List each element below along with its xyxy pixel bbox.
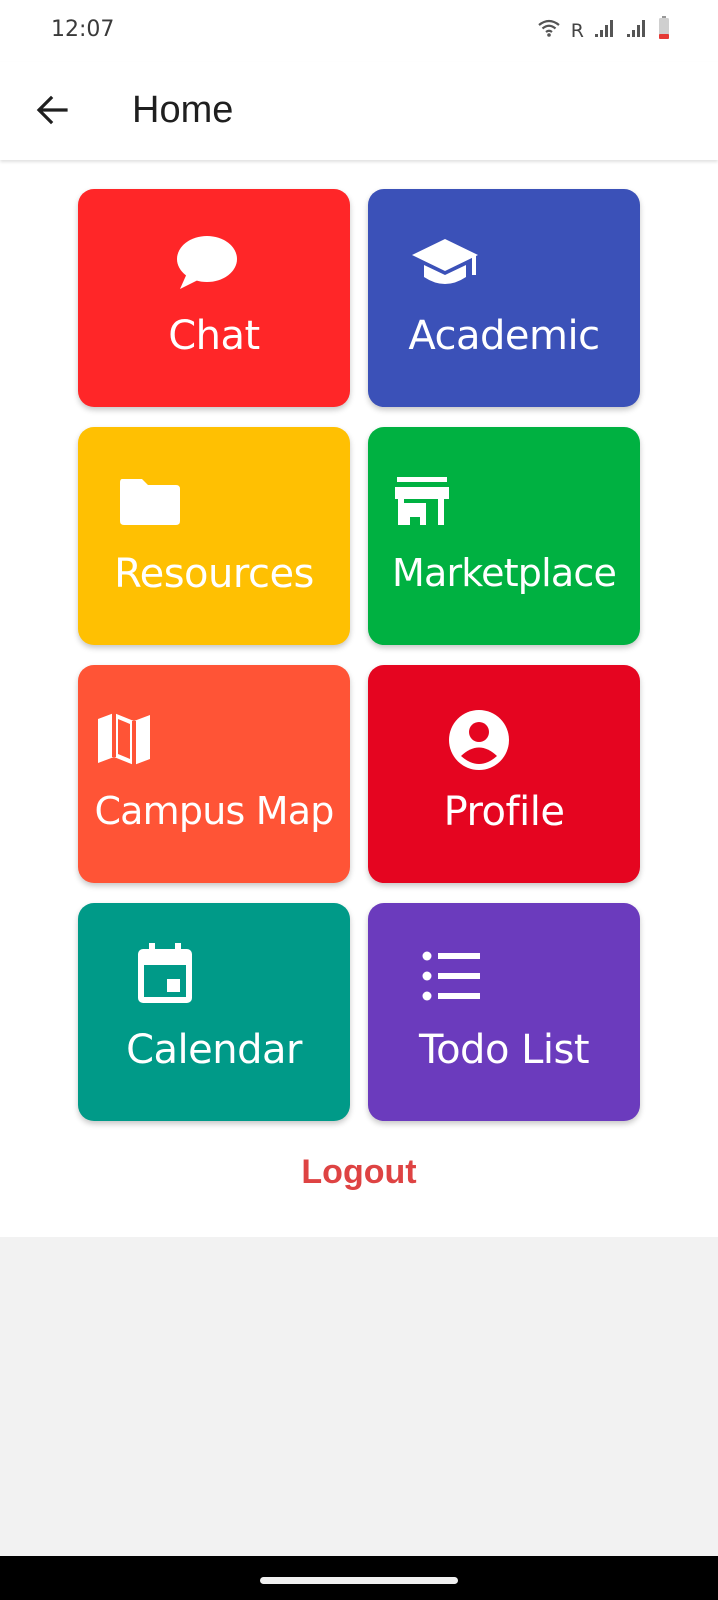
profile-tile[interactable]: Profile	[368, 665, 640, 883]
app-bar: Home	[0, 62, 718, 160]
tile-label: Marketplace	[391, 551, 617, 595]
marketplace-tile[interactable]: Marketplace	[368, 427, 640, 645]
calendar-icon	[136, 943, 194, 1010]
roaming-indicator: R	[570, 19, 584, 42]
account-circle-icon	[448, 709, 510, 776]
resources-tile[interactable]: Resources	[78, 427, 350, 645]
tile-label: Chat	[168, 313, 260, 359]
chat-bubble-icon	[174, 233, 238, 296]
campus-map-tile[interactable]: Campus Map	[78, 665, 350, 883]
academic-tile[interactable]: Academic	[368, 189, 640, 407]
wifi-icon	[537, 18, 561, 43]
main-content: Chat Academic Resources Marketplace Camp…	[0, 160, 718, 1237]
folder-icon	[118, 475, 182, 532]
calendar-tile[interactable]: Calendar	[78, 903, 350, 1121]
status-bar: 12:07 R	[0, 0, 718, 62]
status-icons: R	[537, 16, 670, 45]
signal-icon	[594, 18, 616, 43]
arrow-left-icon	[35, 95, 69, 130]
system-nav-bar	[0, 1556, 718, 1600]
tile-label: Resources	[114, 551, 314, 597]
page-title: Home	[132, 89, 234, 131]
tile-label: Calendar	[126, 1027, 302, 1073]
home-screen: 12:07 R Home Chat Academic Resources Mar…	[0, 0, 718, 1600]
signal-icon	[626, 18, 648, 43]
graduation-cap-icon	[410, 237, 480, 298]
storefront-icon	[394, 475, 450, 532]
todo-list-tile[interactable]: Todo List	[368, 903, 640, 1121]
list-icon	[422, 951, 482, 1006]
status-time: 12:07	[51, 17, 115, 42]
home-indicator[interactable]	[260, 1577, 458, 1584]
tile-label: Profile	[443, 789, 565, 835]
chat-tile[interactable]: Chat	[78, 189, 350, 407]
tile-label: Academic	[408, 313, 600, 359]
tile-label: Todo List	[418, 1027, 590, 1073]
back-button[interactable]	[26, 86, 78, 138]
map-icon	[96, 711, 152, 772]
logout-button[interactable]: Logout	[0, 1153, 718, 1192]
tile-label: Campus Map	[94, 789, 334, 833]
battery-low-icon	[658, 16, 670, 45]
